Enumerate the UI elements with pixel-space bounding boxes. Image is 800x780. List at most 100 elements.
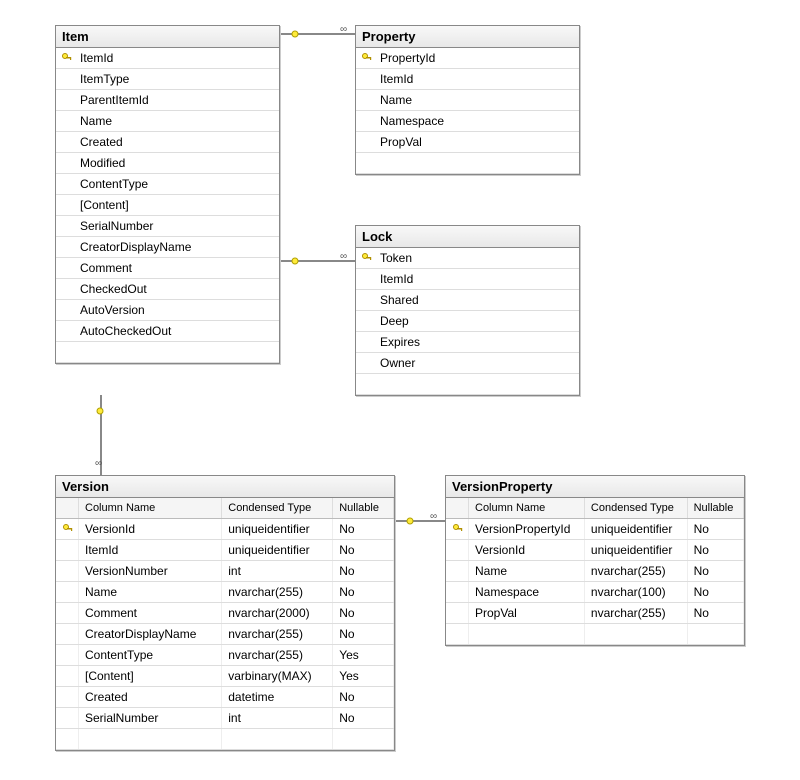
table-property[interactable]: Property PropertyIdItemIdNameNamespacePr… [355,25,580,175]
key-cell [56,321,76,342]
column-row[interactable]: VersionPropertyIduniqueidentifierNo [446,519,744,540]
column-name: ItemType [76,69,279,90]
column-row[interactable]: Modified [56,153,279,174]
column-name: VersionNumber [79,561,222,582]
key-cell [356,332,376,353]
column-type: uniqueidentifier [222,540,333,561]
rel-end-inf: ∞ [340,24,347,35]
column-name: Name [79,582,222,603]
rel-end-inf: ∞ [95,458,102,469]
column-row[interactable]: Name [56,111,279,132]
column-row[interactable]: [Content] [56,195,279,216]
column-row-blank [56,342,279,363]
column-row[interactable]: ItemType [56,69,279,90]
primary-key-icon [61,52,71,62]
column-row[interactable]: Namenvarchar(255)No [446,561,744,582]
header-colname: Column Name [79,498,222,519]
column-nullable: No [687,561,743,582]
column-name: Name [76,111,279,132]
column-row[interactable]: PropValnvarchar(255)No [446,603,744,624]
column-row[interactable]: SerialNumber [56,216,279,237]
column-row[interactable]: SerialNumberintNo [56,708,394,729]
header-null: Nullable [333,498,394,519]
column-type: nvarchar(255) [222,645,333,666]
column-row[interactable]: ContentType [56,174,279,195]
table-lock[interactable]: Lock TokenItemIdSharedDeepExpiresOwner [355,225,580,396]
rel-version-versionproperty [395,520,445,522]
column-name: ItemId [376,269,579,290]
key-cell [56,153,76,174]
column-row[interactable]: Name [356,90,579,111]
column-name: PropVal [376,132,579,153]
column-row[interactable]: ItemIduniqueidentifierNo [56,540,394,561]
key-cell [56,90,76,111]
table-title: Lock [356,226,579,248]
column-name: CreatorDisplayName [76,237,279,258]
column-name: CreatorDisplayName [79,624,222,645]
key-cell [356,248,376,269]
column-name: ContentType [76,174,279,195]
key-cell [446,603,469,624]
column-grid: Column Name Condensed Type Nullable Vers… [56,498,394,750]
header-key [446,498,469,519]
column-row[interactable]: AutoCheckedOut [56,321,279,342]
key-cell [356,290,376,311]
table-title: VersionProperty [446,476,744,498]
column-row[interactable]: VersionIduniqueidentifierNo [446,540,744,561]
column-row[interactable]: ItemId [356,269,579,290]
column-row[interactable]: CreateddatetimeNo [56,687,394,708]
column-row[interactable]: ItemId [356,69,579,90]
column-row[interactable]: CreatorDisplayNamenvarchar(255)No [56,624,394,645]
column-nullable: No [333,561,394,582]
column-row[interactable]: Commentnvarchar(2000)No [56,603,394,624]
key-cell [56,666,79,687]
column-row[interactable]: AutoVersion [56,300,279,321]
column-row[interactable]: VersionNumberintNo [56,561,394,582]
column-row-blank [446,624,744,645]
column-name: Comment [79,603,222,624]
column-row-blank [56,729,394,750]
table-item[interactable]: Item ItemIdItemTypeParentItemIdNameCreat… [55,25,280,364]
column-name: SerialNumber [76,216,279,237]
column-name: PropVal [469,603,585,624]
header-type: Condensed Type [222,498,333,519]
column-row[interactable]: Owner [356,353,579,374]
column-row[interactable]: ParentItemId [56,90,279,111]
key-cell [446,561,469,582]
key-cell [356,269,376,290]
key-cell [56,645,79,666]
column-row[interactable]: Deep [356,311,579,332]
column-name: VersionId [469,540,585,561]
column-row[interactable]: PropertyId [356,48,579,69]
column-row[interactable]: Namespace [356,111,579,132]
column-row[interactable]: CheckedOut [56,279,279,300]
column-row[interactable]: ItemId [56,48,279,69]
column-row[interactable]: Comment [56,258,279,279]
column-row[interactable]: Namespacenvarchar(100)No [446,582,744,603]
table-version[interactable]: Version Column Name Condensed Type Nulla… [55,475,395,751]
column-nullable: Yes [333,645,394,666]
column-row[interactable]: PropVal [356,132,579,153]
column-name: Owner [376,353,579,374]
key-cell [56,69,76,90]
column-nullable: No [333,624,394,645]
key-cell [56,279,76,300]
column-row[interactable]: Created [56,132,279,153]
key-cell [56,48,76,69]
header-key [56,498,79,519]
column-row[interactable]: CreatorDisplayName [56,237,279,258]
column-type: nvarchar(255) [222,624,333,645]
key-cell [56,216,76,237]
key-cell [356,69,376,90]
column-grid: Column Name Condensed Type Nullable Vers… [446,498,744,645]
column-row[interactable]: VersionIduniqueidentifierNo [56,519,394,540]
column-row[interactable]: Expires [356,332,579,353]
column-name: ItemId [76,48,279,69]
column-row[interactable]: Shared [356,290,579,311]
column-row[interactable]: Token [356,248,579,269]
column-row[interactable]: Namenvarchar(255)No [56,582,394,603]
column-row[interactable]: [Content]varbinary(MAX)Yes [56,666,394,687]
column-row[interactable]: ContentTypenvarchar(255)Yes [56,645,394,666]
table-versionproperty[interactable]: VersionProperty Column Name Condensed Ty… [445,475,745,646]
key-cell [56,237,76,258]
